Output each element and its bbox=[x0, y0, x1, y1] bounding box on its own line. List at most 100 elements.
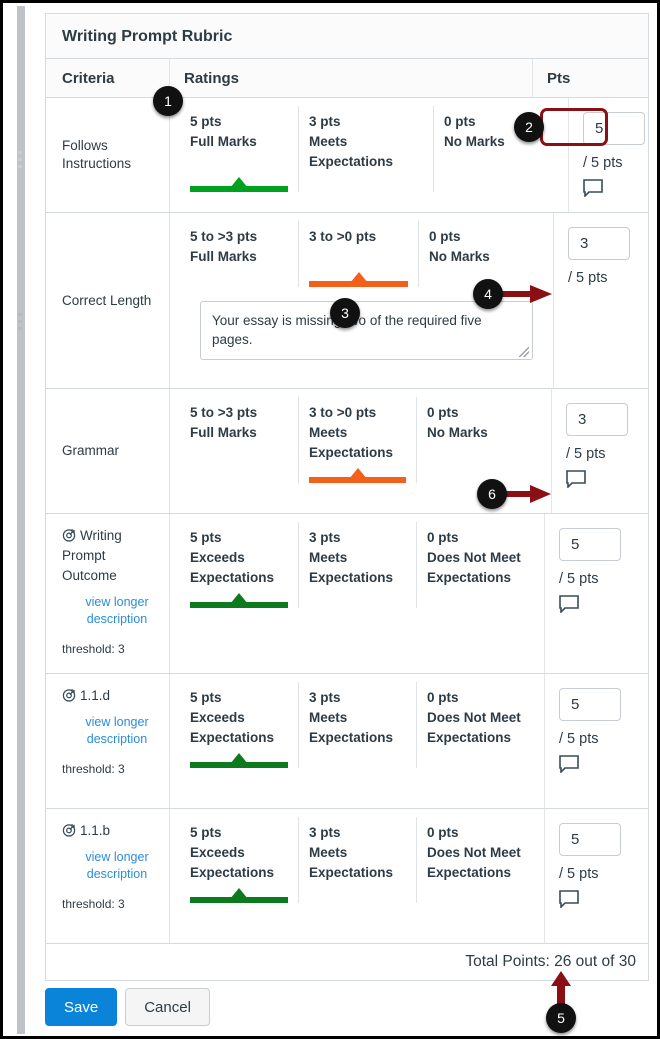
rating-description: No Marks bbox=[427, 425, 488, 440]
rating-option[interactable]: 3 to >0 pts bbox=[298, 221, 418, 287]
selected-rating-indicator bbox=[309, 272, 408, 287]
drag-handle-dots-upper[interactable] bbox=[18, 151, 24, 172]
ratings-strip: 5 to >3 pts Full Marks 3 to >0 pts Meets Ex… bbox=[180, 397, 541, 483]
comment-bubble-icon[interactable] bbox=[559, 890, 579, 908]
drag-handle-dots-lower[interactable] bbox=[18, 313, 24, 334]
rubric-row: 1.1.d view longer description threshold: 3… bbox=[46, 674, 648, 809]
criterion-name: Writing Prompt Outcome bbox=[62, 528, 122, 583]
resize-grip-icon[interactable] bbox=[519, 347, 529, 357]
rating-option[interactable]: 5 pts Exceeds Expectations bbox=[180, 817, 298, 903]
rating-option[interactable]: 3 to >0 pts Meets Expectations bbox=[298, 397, 416, 483]
view-longer-description-link[interactable]: view longer description bbox=[76, 849, 158, 883]
score-input[interactable] bbox=[559, 528, 621, 561]
rating-option[interactable]: 0 pts Does Not Meet Expectations bbox=[416, 522, 534, 608]
rating-option[interactable]: 0 pts No Marks bbox=[418, 221, 543, 287]
score-input[interactable] bbox=[559, 688, 621, 721]
rating-points: 0 pts bbox=[427, 690, 459, 705]
ratings-cell: 5 pts Exceeds Expectations 3 pts Meets Expe… bbox=[169, 674, 544, 808]
points-cell: / 5 pts bbox=[544, 809, 660, 943]
outcome-threshold: threshold: 3 bbox=[62, 642, 125, 656]
rating-option[interactable]: 0 pts Does Not Meet Expectations bbox=[416, 817, 534, 903]
save-button[interactable]: Save bbox=[45, 988, 118, 1026]
rating-option[interactable]: 5 to >3 pts Full Marks bbox=[180, 397, 298, 483]
score-input[interactable] bbox=[566, 403, 628, 436]
comment-bubble-icon[interactable] bbox=[559, 595, 579, 613]
rating-option[interactable]: 5 to >3 pts Full Marks bbox=[180, 221, 298, 287]
points-denominator: / 5 pts bbox=[583, 155, 623, 171]
header-pts: Pts bbox=[532, 59, 648, 97]
criterion-cell: Correct Length bbox=[46, 213, 169, 388]
rating-description: Does Not Meet Expectations bbox=[427, 550, 521, 585]
rating-description: Meets Expectations bbox=[309, 710, 394, 745]
ratings-cell: 5 pts Exceeds Expectations 3 pts Meets Expe… bbox=[169, 809, 544, 943]
criterion-cell: 1.1.d view longer description threshold: 3 bbox=[46, 674, 169, 808]
rating-points: 5 pts bbox=[190, 690, 222, 705]
rating-description: Exceeds Expectations bbox=[190, 710, 275, 745]
rating-option[interactable]: 3 pts Meets Expectations bbox=[298, 106, 433, 192]
rating-points: 5 pts bbox=[190, 530, 222, 545]
score-input[interactable] bbox=[559, 823, 621, 856]
selected-rating-indicator bbox=[190, 177, 288, 192]
rubric-header-row: Criteria Ratings Pts bbox=[46, 59, 648, 98]
rating-points: 0 pts bbox=[427, 825, 459, 840]
criterion-cell: Follows Instructions bbox=[46, 98, 169, 212]
ratings-strip: 5 pts Full Marks 3 pts Meets Expectations 0 … bbox=[180, 106, 558, 192]
points-cell: / 5 pts bbox=[568, 98, 660, 212]
rubric-rows: Follows Instructions 5 pts Full Marks 3 pts… bbox=[46, 98, 648, 944]
ratings-cell: 5 pts Full Marks 3 pts Meets Expectations 0 … bbox=[169, 98, 568, 212]
score-input[interactable] bbox=[583, 112, 645, 145]
criterion-comment-textarea[interactable]: Your essay is missing two of the require… bbox=[200, 301, 533, 360]
rating-description: Full Marks bbox=[190, 249, 257, 264]
rating-option[interactable]: 3 pts Meets Expectations bbox=[298, 682, 416, 768]
cancel-button[interactable]: Cancel bbox=[125, 988, 210, 1026]
points-denominator: / 5 pts bbox=[568, 270, 608, 286]
annotation-badge-2: 2 bbox=[514, 112, 544, 142]
annotation-badge-1: 1 bbox=[153, 86, 183, 116]
selected-rating-indicator bbox=[190, 753, 288, 768]
view-longer-description-link[interactable]: view longer description bbox=[76, 594, 158, 628]
rating-option[interactable]: 0 pts Does Not Meet Expectations bbox=[416, 682, 534, 768]
outcome-threshold: threshold: 3 bbox=[62, 897, 125, 911]
rubric-row: Grammar 5 to >3 pts Full Marks 3 to >0 pts M… bbox=[46, 389, 648, 514]
comment-bubble-icon[interactable] bbox=[566, 470, 586, 488]
rating-description: Full Marks bbox=[190, 134, 257, 149]
points-cell: / 5 pts bbox=[551, 389, 660, 513]
rating-option[interactable]: 5 pts Full Marks bbox=[180, 106, 298, 192]
rating-option[interactable]: 5 pts Exceeds Expectations bbox=[180, 682, 298, 768]
rating-option[interactable]: 3 pts Meets Expectations bbox=[298, 817, 416, 903]
rating-description: Meets Expectations bbox=[309, 425, 394, 460]
points-denominator: / 5 pts bbox=[559, 571, 599, 587]
comment-bubble-icon[interactable] bbox=[583, 179, 603, 197]
annotation-arrow-6 bbox=[504, 485, 551, 503]
criterion-cell: Grammar bbox=[46, 389, 169, 513]
rating-points: 3 pts bbox=[309, 114, 341, 129]
ratings-strip: 5 to >3 pts Full Marks 3 to >0 pts 0 pts No … bbox=[180, 221, 543, 287]
criterion-name: Grammar bbox=[62, 443, 119, 458]
criterion-cell: Writing Prompt Outcome view longer descri… bbox=[46, 514, 169, 673]
rating-description: Does Not Meet Expectations bbox=[427, 710, 521, 745]
rating-option[interactable]: 3 pts Meets Expectations bbox=[298, 522, 416, 608]
total-points-label: Total Points: 26 out of 30 bbox=[465, 953, 636, 970]
rating-points: 3 to >0 pts bbox=[309, 229, 377, 244]
rating-points: 5 pts bbox=[190, 825, 222, 840]
comment-bubble-icon[interactable] bbox=[559, 755, 579, 773]
rating-description: Does Not Meet Expectations bbox=[427, 845, 521, 880]
rating-option[interactable]: 5 pts Exceeds Expectations bbox=[180, 522, 298, 608]
annotation-arrow-4 bbox=[494, 285, 552, 303]
annotation-badge-4: 4 bbox=[473, 279, 503, 309]
rating-description: Meets Expectations bbox=[309, 134, 394, 169]
outcome-target-icon bbox=[62, 529, 76, 542]
rubric-row: 1.1.b view longer description threshold: 3… bbox=[46, 809, 648, 944]
selected-rating-indicator bbox=[190, 593, 288, 608]
view-longer-description-link[interactable]: view longer description bbox=[76, 714, 158, 748]
criterion-name: Correct Length bbox=[62, 292, 152, 308]
points-cell: / 5 pts bbox=[544, 674, 660, 808]
rating-option[interactable]: 0 pts No Marks bbox=[416, 397, 541, 483]
ratings-strip: 5 pts Exceeds Expectations 3 pts Meets Expe… bbox=[180, 522, 534, 608]
rating-points: 3 pts bbox=[309, 825, 341, 840]
criterion-name: 1.1.b bbox=[62, 821, 159, 841]
score-input[interactable] bbox=[568, 227, 630, 260]
rating-points: 5 pts bbox=[190, 114, 222, 129]
rubric-row: Writing Prompt Outcome view longer descri… bbox=[46, 514, 648, 674]
annotation-badge-5: 5 bbox=[546, 1003, 576, 1033]
